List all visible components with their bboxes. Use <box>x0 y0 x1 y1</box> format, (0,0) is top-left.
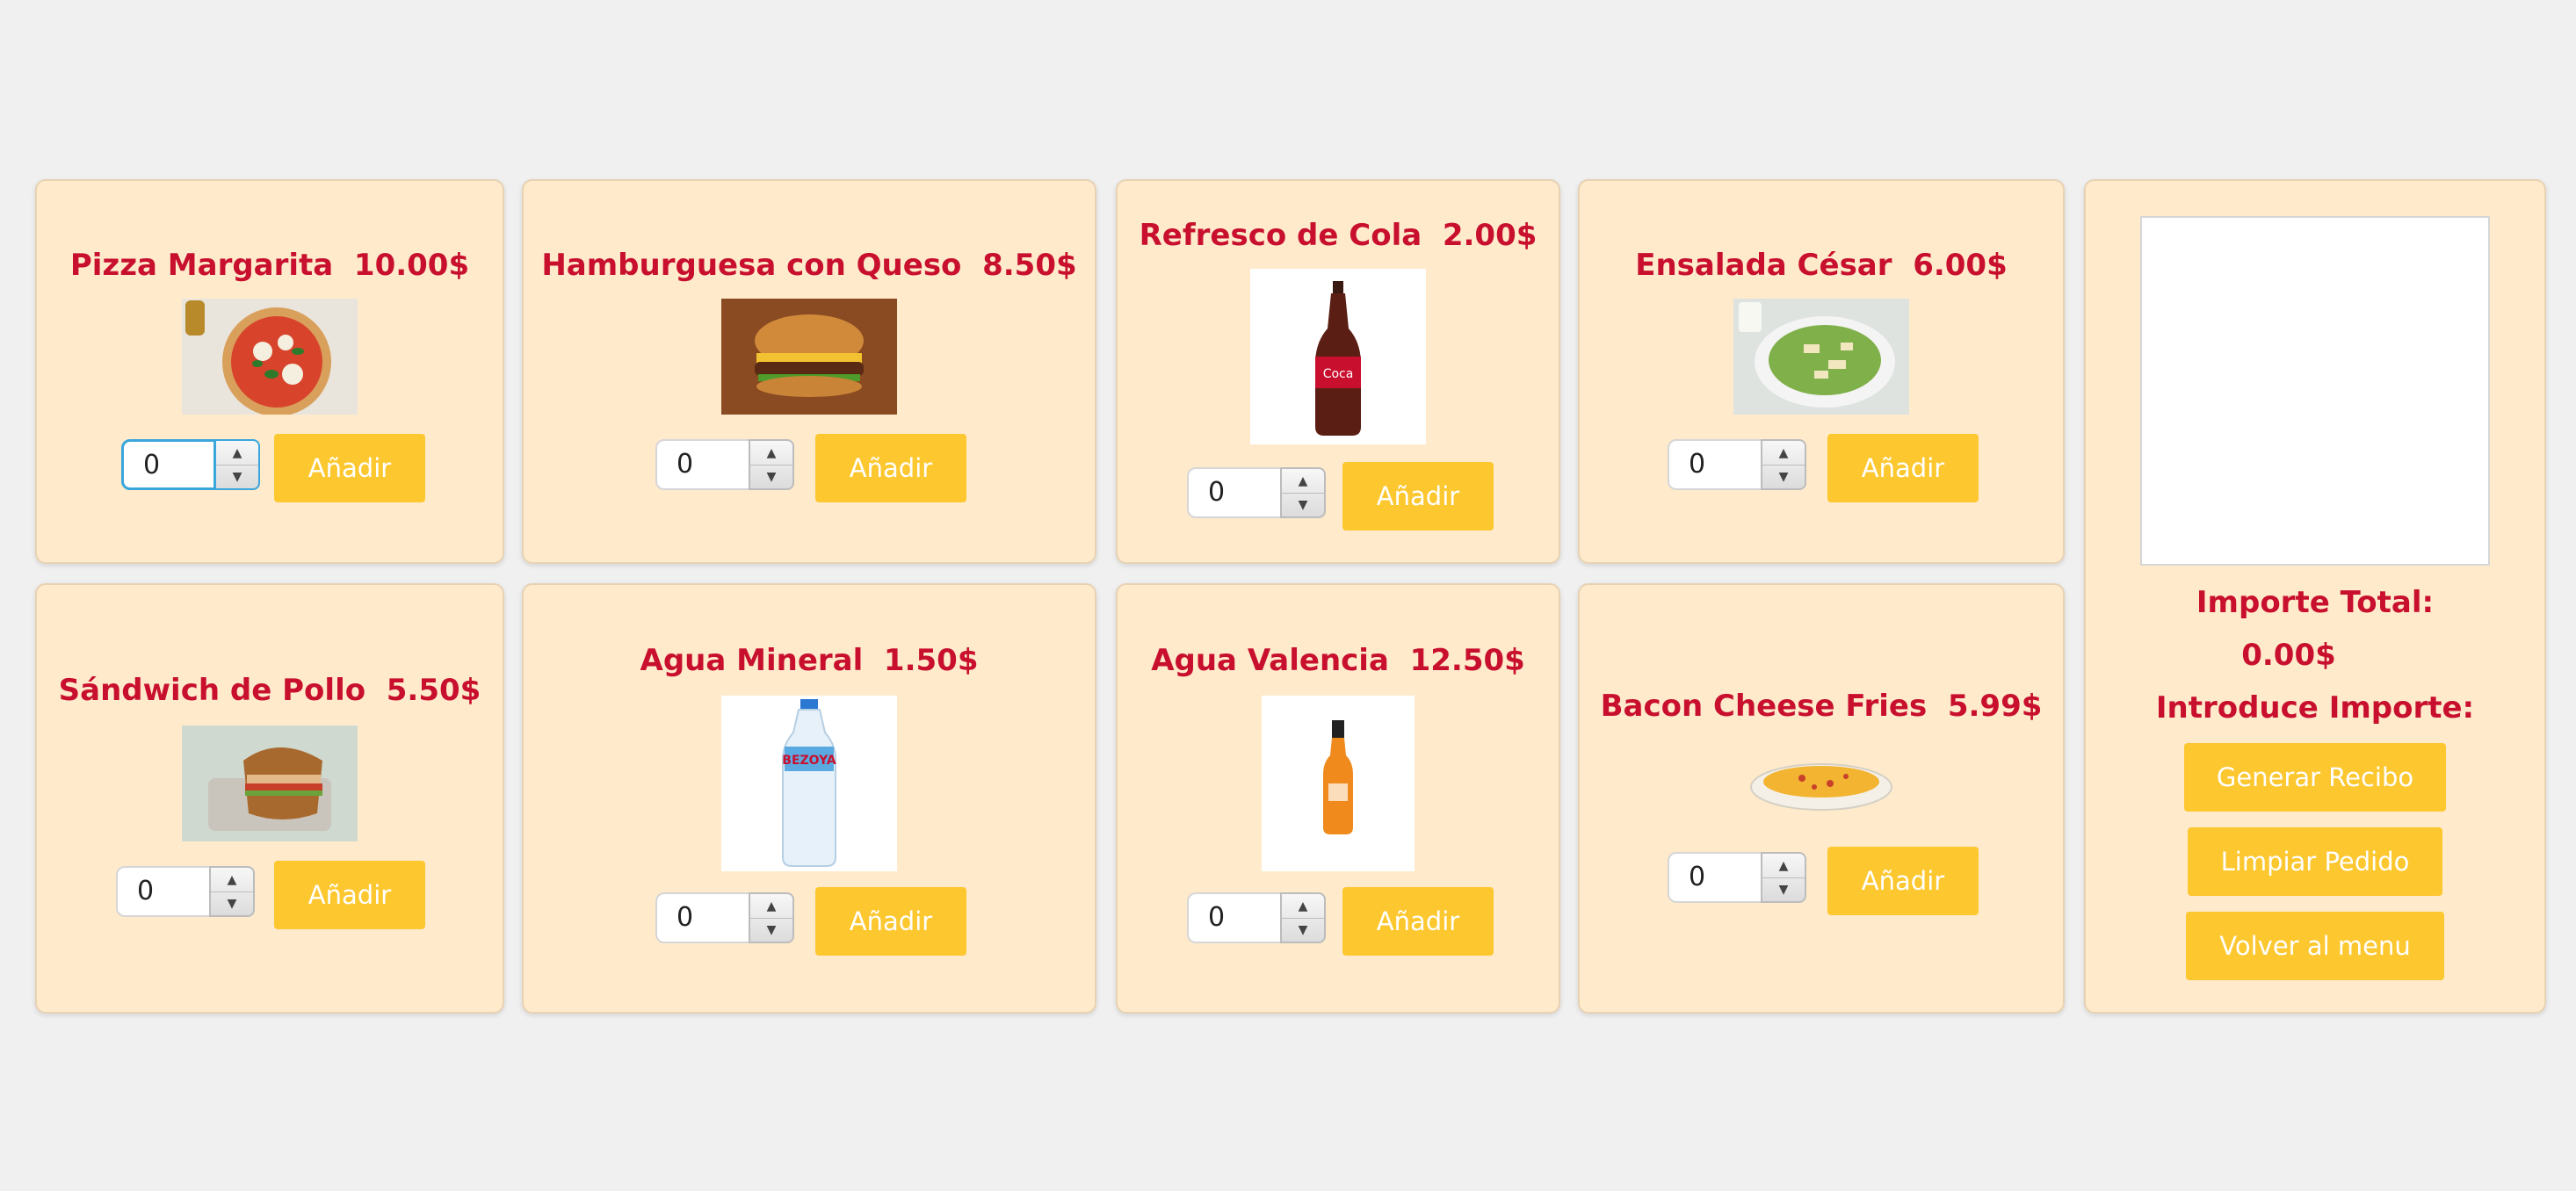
quantity-stepper[interactable]: 0 ▲ ▼ <box>655 892 794 945</box>
svg-text:Coca: Coca <box>1323 367 1354 381</box>
product-card-salad: Ensalada César 6.00$ 0 ▲ ▼ Añadir <box>1578 179 2065 564</box>
quantity-input[interactable]: 0 <box>1187 467 1282 518</box>
spin-up-icon[interactable]: ▲ <box>750 894 792 919</box>
quantity-input[interactable]: 0 <box>116 866 211 917</box>
product-title: Bacon Cheese Fries 5.99$ <box>1600 689 2043 724</box>
spin-down-icon[interactable]: ▼ <box>1282 493 1324 516</box>
quantity-input[interactable]: 0 <box>1187 892 1282 943</box>
quantity-stepper[interactable]: 0 ▲ ▼ <box>116 866 255 919</box>
add-button[interactable]: Añadir <box>1342 462 1494 531</box>
spinner[interactable]: ▲ ▼ <box>749 892 794 943</box>
product-title: Agua Mineral 1.50$ <box>640 643 979 678</box>
receipt-area[interactable] <box>2140 216 2490 566</box>
spin-down-icon[interactable]: ▼ <box>216 465 258 488</box>
quantity-stepper[interactable]: 0 ▲ ▼ <box>1187 467 1326 520</box>
quantity-input[interactable]: 0 <box>655 892 750 943</box>
spin-down-icon[interactable]: ▼ <box>750 918 792 942</box>
product-title: Sándwich de Pollo 5.50$ <box>58 673 481 708</box>
spinner[interactable]: ▲ ▼ <box>749 439 794 490</box>
spin-down-icon[interactable]: ▼ <box>1282 918 1324 942</box>
quantity-stepper[interactable]: 0 ▲ ▼ <box>1668 852 1806 905</box>
product-title: Pizza Margarita 10.00$ <box>69 248 470 283</box>
spinner[interactable]: ▲ ▼ <box>1280 892 1326 943</box>
product-title: Refresco de Cola 2.00$ <box>1139 218 1538 253</box>
spinner[interactable]: ▲ ▼ <box>214 439 260 490</box>
spinner[interactable]: ▲ ▼ <box>209 866 255 917</box>
product-card-agua-valencia: Agua Valencia 12.50$ 0 ▲ ▼ Añadir <box>1116 583 1560 1014</box>
spin-up-icon[interactable]: ▲ <box>750 441 792 466</box>
quantity-input[interactable]: 0 <box>1668 439 1762 490</box>
quantity-input[interactable]: 0 <box>1668 852 1762 903</box>
add-button[interactable]: Añadir <box>274 434 425 502</box>
product-title: Ensalada César 6.00$ <box>1635 248 2008 283</box>
add-button[interactable]: Añadir <box>1827 847 1979 915</box>
orange-bottle-icon <box>1262 696 1415 871</box>
product-card-burger: Hamburguesa con Queso 8.50$ 0 ▲ ▼ Añadir <box>522 179 1096 564</box>
spin-up-icon[interactable]: ▲ <box>216 441 258 466</box>
svg-text:BEZOYA: BEZOYA <box>782 754 836 768</box>
quantity-stepper[interactable]: 0 ▲ ▼ <box>121 439 260 492</box>
add-button[interactable]: Añadir <box>815 434 966 502</box>
product-card-pizza: Pizza Margarita 10.00$ 0 ▲ ▼ Añadir <box>35 179 504 564</box>
spin-up-icon[interactable]: ▲ <box>1282 469 1324 494</box>
add-button[interactable]: Añadir <box>1342 887 1494 956</box>
total-value: 0.00$ <box>2241 638 2336 673</box>
add-button[interactable]: Añadir <box>815 887 966 956</box>
sandwich-icon <box>182 725 358 841</box>
spin-down-icon[interactable]: ▼ <box>1762 465 1805 488</box>
spinner[interactable]: ▲ ▼ <box>1280 467 1326 518</box>
spin-up-icon[interactable]: ▲ <box>1282 894 1324 919</box>
quantity-stepper[interactable]: 0 ▲ ▼ <box>1668 439 1806 492</box>
product-card-water: Agua Mineral 1.50$ BEZOYA 0 ▲ ▼ Añadir <box>522 583 1096 1014</box>
burger-icon <box>721 299 897 415</box>
spin-up-icon[interactable]: ▲ <box>1762 854 1805 878</box>
water-bottle-icon: BEZOYA <box>721 696 897 871</box>
product-title: Hamburguesa con Queso 8.50$ <box>541 248 1077 283</box>
back-to-menu-button[interactable]: Volver al menu <box>2186 912 2444 980</box>
pizza-icon <box>182 299 358 415</box>
quantity-stepper[interactable]: 0 ▲ ▼ <box>1187 892 1326 945</box>
quantity-input[interactable]: 0 <box>655 439 750 490</box>
cola-bottle-icon: Coca <box>1250 269 1426 444</box>
spin-down-icon[interactable]: ▼ <box>750 465 792 488</box>
salad-icon <box>1733 299 1909 415</box>
spin-up-icon[interactable]: ▲ <box>211 868 253 892</box>
quantity-input[interactable]: 0 <box>121 439 216 490</box>
quantity-stepper[interactable]: 0 ▲ ▼ <box>655 439 794 492</box>
spin-up-icon[interactable]: ▲ <box>1762 441 1805 466</box>
clear-order-button[interactable]: Limpiar Pedido <box>2188 827 2442 896</box>
spin-down-icon[interactable]: ▼ <box>211 891 253 915</box>
spinner[interactable]: ▲ ▼ <box>1761 852 1806 903</box>
amount-label: Introduce Importe: <box>2155 690 2475 725</box>
fries-plate-icon <box>1733 741 1909 820</box>
add-button[interactable]: Añadir <box>1827 434 1979 502</box>
product-card-cola: Refresco de Cola 2.00$ Coca 0 ▲ ▼ Añadir <box>1116 179 1560 564</box>
product-card-fries: Bacon Cheese Fries 5.99$ 0 ▲ ▼ Añadir <box>1578 583 2065 1014</box>
spin-down-icon[interactable]: ▼ <box>1762 877 1805 901</box>
total-label: Importe Total: <box>2196 585 2435 620</box>
spinner[interactable]: ▲ ▼ <box>1761 439 1806 490</box>
order-summary-panel: Importe Total: 0.00$ Introduce Importe: … <box>2084 179 2546 1014</box>
add-button[interactable]: Añadir <box>274 861 425 929</box>
product-card-sandwich: Sándwich de Pollo 5.50$ 0 ▲ ▼ Añadir <box>35 583 504 1014</box>
product-title: Agua Valencia 12.50$ <box>1151 643 1525 678</box>
generate-receipt-button[interactable]: Generar Recibo <box>2184 743 2446 812</box>
